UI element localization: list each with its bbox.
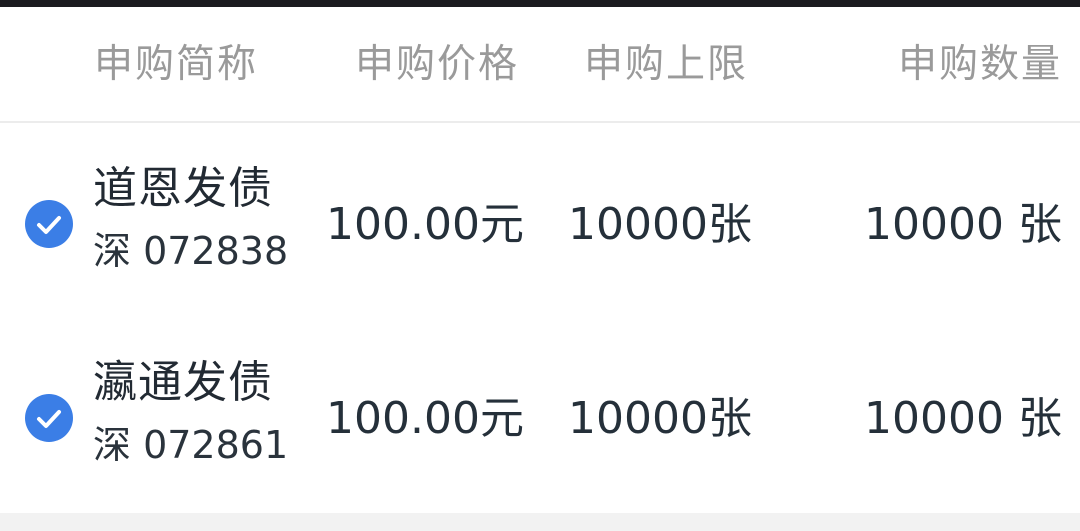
bond-code: 深 072838 <box>93 229 289 273</box>
table-header: 申购简称 申购价格 申购上限 申购数量 <box>0 7 1080 123</box>
table-row[interactable]: 瀛通发债 深 072861 100.00元 10000张 10000 张 <box>0 318 1080 512</box>
subscription-price: 100.00元 <box>326 393 524 444</box>
bond-code: 深 072861 <box>93 423 289 467</box>
subscription-price: 100.00元 <box>326 199 524 250</box>
footer-divider <box>0 513 1080 531</box>
check-circle-icon[interactable] <box>25 200 73 248</box>
check-circle-icon[interactable] <box>25 394 73 442</box>
subscription-quantity[interactable]: 10000 张 <box>864 200 1062 250</box>
subscription-limit: 10000张 <box>568 393 752 444</box>
status-bar <box>0 0 1080 7</box>
header-quantity: 申购数量 <box>897 42 1062 87</box>
header-name: 申购简称 <box>94 42 259 87</box>
header-price: 申购价格 <box>355 42 520 87</box>
bond-name: 道恩发债 <box>93 163 273 214</box>
subscription-limit: 10000张 <box>568 199 752 250</box>
bond-name: 瀛通发债 <box>93 357 273 408</box>
subscription-quantity[interactable]: 10000 张 <box>864 394 1062 444</box>
header-limit: 申购上限 <box>584 42 749 87</box>
table-row[interactable]: 道恩发债 深 072838 100.00元 10000张 10000 张 <box>0 124 1080 318</box>
